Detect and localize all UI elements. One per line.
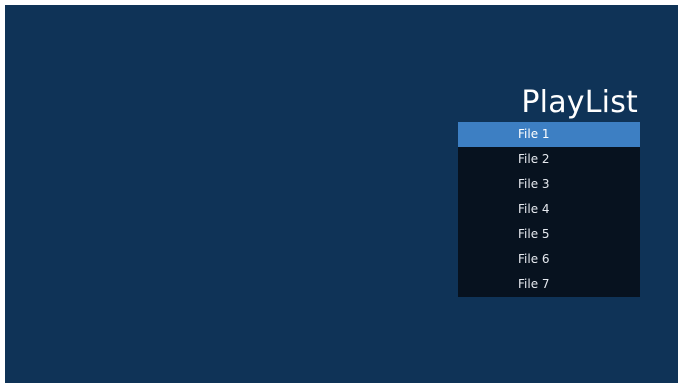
screen-background: PlayList File 1 File 2 File 3 File 4 Fil… — [5, 5, 678, 383]
playlist-item-file-6[interactable]: File 6 — [458, 247, 640, 272]
playlist-item-file-3[interactable]: File 3 — [458, 172, 640, 197]
playlist-item-file-5[interactable]: File 5 — [458, 222, 640, 247]
playlist-title: PlayList — [521, 85, 638, 120]
playlist-item-file-4[interactable]: File 4 — [458, 197, 640, 222]
playlist-item-file-2[interactable]: File 2 — [458, 147, 640, 172]
playlist-item-file-1[interactable]: File 1 — [458, 122, 640, 147]
playlist-panel: File 1 File 2 File 3 File 4 File 5 File … — [458, 122, 640, 297]
playlist-item-file-7[interactable]: File 7 — [458, 272, 640, 297]
